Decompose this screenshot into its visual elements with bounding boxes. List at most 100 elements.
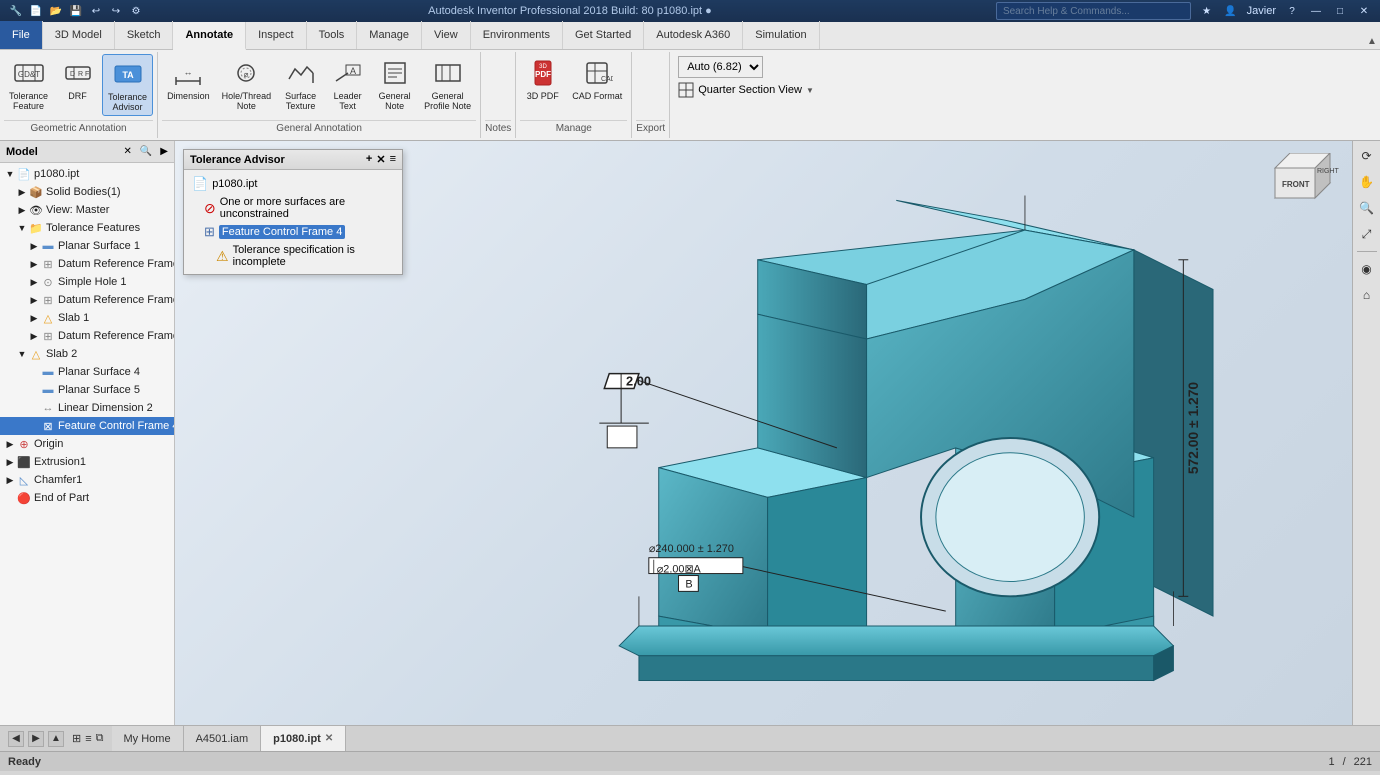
zoom-button[interactable]: 🔍 (1356, 197, 1378, 219)
tree-item-datum-ref-3[interactable]: ▶ ⊞ Datum Reference Frame 3 (A (0, 327, 174, 345)
search-bar[interactable]: Search Help & Commands... (996, 2, 1191, 20)
tab-split-icon[interactable]: ⧉ (96, 732, 104, 745)
pan-button[interactable]: ✋ (1356, 171, 1378, 193)
tab-file[interactable]: File (0, 21, 43, 49)
expand-slab-1[interactable]: ▶ (28, 313, 40, 324)
tab-list-icon[interactable]: ≡ (85, 733, 91, 745)
tab-grid-icon[interactable]: ⊞ (72, 732, 81, 745)
viewport[interactable]: Tolerance Advisor + ✕ ≡ 📄 p1080.ipt ⊘ On… (175, 141, 1380, 725)
tree-item-slab-2[interactable]: ▼ △ Slab 2 (0, 345, 174, 363)
tree-item-planar-surface-5[interactable]: ▬ Planar Surface 5 (0, 381, 174, 399)
expand-datum-ref-3[interactable]: ▶ (28, 331, 40, 342)
tab-my-home[interactable]: My Home (112, 726, 184, 751)
tab-view[interactable]: View (422, 21, 471, 49)
leader-text-button[interactable]: A LeaderText (325, 54, 370, 114)
status-prev-button[interactable]: ◀ (8, 731, 24, 747)
tree-item-origin[interactable]: ▶ ⊕ Origin (0, 435, 174, 453)
ribbon-collapse-icon[interactable]: ▲ (1364, 33, 1380, 49)
tree-item-solid-bodies[interactable]: ▶ 📦 Solid Bodies(1) (0, 183, 174, 201)
save-icon[interactable]: 💾 (68, 3, 84, 19)
tolerance-feature-button[interactable]: GD&T ToleranceFeature (4, 54, 53, 114)
tab-p1080[interactable]: p1080.ipt ✕ (261, 726, 346, 751)
settings-icon[interactable]: ⚙ (128, 3, 144, 19)
tree-item-end-of-part[interactable]: 🔴 End of Part (0, 489, 174, 507)
zoom-select[interactable]: Auto (6.82) (678, 56, 763, 78)
orbit-button[interactable]: ⟳ (1356, 145, 1378, 167)
expand-chamfer1[interactable]: ▶ (4, 475, 16, 486)
tree-item-simple-hole-1[interactable]: ▶ ⊙ Simple Hole 1 (0, 273, 174, 291)
tab-simulation[interactable]: Simulation (743, 21, 819, 49)
expand-simple-hole-1[interactable]: ▶ (28, 277, 40, 288)
expand-datum-ref-2[interactable]: ▶ (28, 295, 40, 306)
close-icon[interactable]: ✕ (1356, 3, 1372, 19)
expand-slab-2[interactable]: ▼ (16, 349, 28, 359)
expand-extrusion1[interactable]: ▶ (4, 457, 16, 468)
tab-manage[interactable]: Manage (357, 21, 422, 49)
expand-tolerance-features[interactable]: ▼ (16, 223, 28, 233)
cad-format-button[interactable]: CAD CAD Format (567, 54, 627, 104)
ta-error-row[interactable]: ⊘ One or more surfaces are unconstrained (188, 194, 398, 222)
dimension-button[interactable]: ↔ Dimension (162, 54, 215, 104)
open-icon[interactable]: 📂 (48, 3, 64, 19)
tab-sketch[interactable]: Sketch (115, 21, 174, 49)
surface-texture-button[interactable]: SurfaceTexture (278, 54, 323, 114)
quarter-section-row[interactable]: Quarter Section View ▼ (678, 82, 1372, 98)
tree-item-tolerance-features[interactable]: ▼ 📁 Tolerance Features (0, 219, 174, 237)
tree-item-chamfer1[interactable]: ▶ ◺ Chamfer1 (0, 471, 174, 489)
viewcube[interactable]: FRONT RIGHT (1260, 153, 1340, 213)
model-search-icon[interactable]: 🔍 (140, 146, 152, 157)
redo-icon[interactable]: ↪ (108, 3, 124, 19)
tree-item-feature-control-frame-4[interactable]: ⊠ Feature Control Frame 4 (0, 417, 174, 435)
tree-item-extrusion1[interactable]: ▶ ⬛ Extrusion1 (0, 453, 174, 471)
status-up-button[interactable]: ▲ (48, 731, 64, 747)
tab-3d-model[interactable]: 3D Model (43, 21, 115, 49)
tree-item-planar-surface-1[interactable]: ▶ ▬ Planar Surface 1 (0, 237, 174, 255)
help-icon[interactable]: ? (1284, 3, 1300, 19)
ta-plus-button[interactable]: + (366, 153, 372, 166)
ta-warning-row[interactable]: ⚠ Tolerance specification is incomplete (188, 242, 398, 270)
tab-p1080-close[interactable]: ✕ (325, 733, 333, 744)
tolerance-advisor-button[interactable]: TA ToleranceAdvisor (102, 54, 153, 116)
ta-feature-row[interactable]: ⊞ Feature Control Frame 4 (188, 222, 398, 242)
drf-button[interactable]: D R F DRF (55, 54, 100, 104)
model-pin-icon[interactable]: ✕ (123, 146, 131, 157)
expand-datum-ref-1[interactable]: ▶ (28, 259, 40, 270)
quarter-section-dropdown-icon[interactable]: ▼ (806, 86, 814, 95)
status-next-button[interactable]: ▶ (28, 731, 44, 747)
new-icon[interactable]: 📄 (28, 3, 44, 19)
tree-item-p1080[interactable]: ▼ 📄 p1080.ipt (0, 165, 174, 183)
tree-item-datum-ref-2[interactable]: ▶ ⊞ Datum Reference Frame 2 (A (0, 291, 174, 309)
tree-item-view-master[interactable]: ▶ 👁 View: Master (0, 201, 174, 219)
model-expand-icon[interactable]: ▶ (160, 146, 168, 157)
tree-item-datum-ref-1[interactable]: ▶ ⊞ Datum Reference Frame 1 (A (0, 255, 174, 273)
general-note-button[interactable]: GeneralNote (372, 54, 417, 114)
ta-menu-button[interactable]: ≡ (390, 153, 396, 166)
general-profile-note-button[interactable]: GeneralProfile Note (419, 54, 476, 114)
undo-icon[interactable]: ↩ (88, 3, 104, 19)
expand-planar-surface-1[interactable]: ▶ (28, 241, 40, 252)
minimize-icon[interactable]: — (1308, 3, 1324, 19)
tab-environments[interactable]: Environments (471, 21, 563, 49)
3d-pdf-button[interactable]: PDF 3D 3D PDF (520, 54, 565, 104)
expand-origin[interactable]: ▶ (4, 439, 16, 450)
look-at-button[interactable]: ◉ (1356, 258, 1378, 280)
home-button[interactable]: ⌂ (1356, 284, 1378, 306)
tree-item-slab-1[interactable]: ▶ △ Slab 1 (0, 309, 174, 327)
star-icon[interactable]: ★ (1199, 3, 1215, 19)
tab-autodesk-a360[interactable]: Autodesk A360 (644, 21, 743, 49)
tree-item-linear-dimension-2[interactable]: ↔ Linear Dimension 2 (0, 399, 174, 417)
zoom-all-button[interactable]: ⤢ (1356, 223, 1378, 245)
expand-p1080[interactable]: ▼ (4, 169, 16, 179)
expand-view-master[interactable]: ▶ (16, 205, 28, 216)
tab-annotate[interactable]: Annotate (173, 22, 246, 50)
tab-a4501[interactable]: A4501.iam (184, 726, 262, 751)
maximize-icon[interactable]: □ (1332, 3, 1348, 19)
ta-close-button[interactable]: ✕ (376, 153, 385, 166)
tolerance-advisor-header[interactable]: Tolerance Advisor + ✕ ≡ (184, 150, 402, 170)
tab-inspect[interactable]: Inspect (246, 21, 306, 49)
tab-get-started[interactable]: Get Started (563, 21, 644, 49)
expand-solid-bodies[interactable]: ▶ (16, 187, 28, 198)
tree-item-planar-surface-4[interactable]: ▬ Planar Surface 4 (0, 363, 174, 381)
tab-tools[interactable]: Tools (307, 21, 358, 49)
hole-thread-note-button[interactable]: ⌀ Hole/ThreadNote (217, 54, 277, 114)
